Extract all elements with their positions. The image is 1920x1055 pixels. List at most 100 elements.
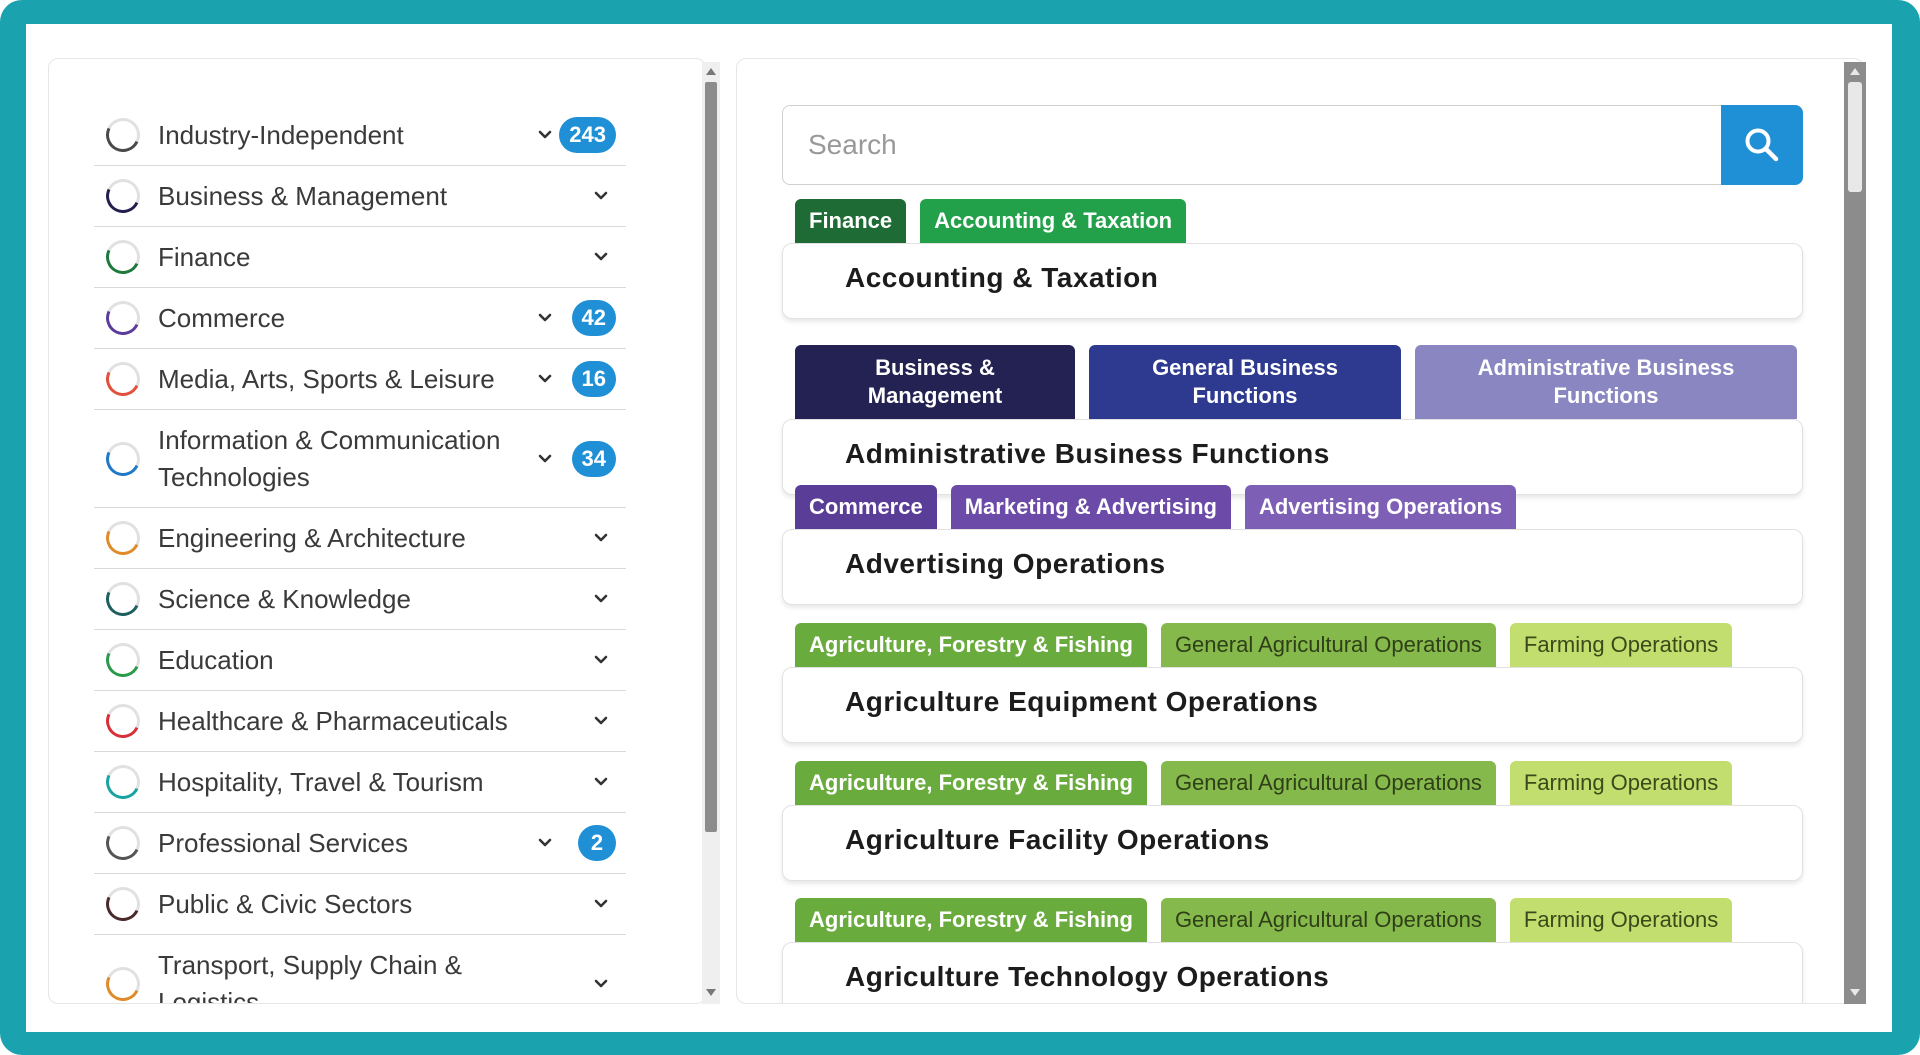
result-card[interactable]: Advertising Operations (782, 529, 1803, 605)
tag-row: Agriculture, Forestry & Fishing General A… (795, 623, 1733, 667)
category-item[interactable]: Transport, Supply Chain & Logistics (94, 935, 626, 1004)
chevron-down-icon[interactable] (592, 975, 610, 993)
result-title: Agriculture Facility Operations (845, 824, 1270, 855)
category-label: Industry-Independent (158, 119, 404, 150)
chevron-down-icon[interactable] (592, 187, 610, 205)
chevron-down-icon[interactable] (536, 450, 554, 468)
search-button[interactable] (1721, 105, 1803, 185)
category-tag[interactable]: General Agricultural Operations (1160, 898, 1496, 942)
category-label: Science & Knowledge (158, 583, 411, 614)
tag-row: Business & Management General Business Fu… (795, 345, 1797, 419)
category-label: Commerce (158, 302, 286, 333)
category-tag[interactable]: Farming Operations (1509, 623, 1733, 667)
category-tag[interactable]: Accounting & Taxation (920, 199, 1187, 243)
category-item[interactable]: Public & Civic Sectors (94, 874, 626, 935)
category-item[interactable]: Media, Arts, Sports & Leisure 16 (94, 349, 626, 410)
chevron-down-icon[interactable] (592, 590, 610, 608)
chevron-down-icon[interactable] (592, 773, 610, 791)
category-label: Education (158, 644, 274, 675)
result-card[interactable]: Agriculture Facility Operations (782, 805, 1803, 881)
results-scrollbar-down-arrow[interactable] (1850, 989, 1860, 996)
chevron-down-icon[interactable] (536, 834, 554, 852)
category-label: Hospitality, Travel & Tourism (158, 766, 484, 797)
chevron-down-icon[interactable] (592, 895, 610, 913)
category-tag[interactable]: Farming Operations (1509, 761, 1733, 805)
category-item[interactable]: Healthcare & Pharmaceuticals (94, 691, 626, 752)
category-label: Professional Services (158, 827, 408, 858)
progress-ring-icon (101, 638, 145, 682)
result-title: Agriculture Equipment Operations (845, 686, 1319, 717)
category-tag[interactable]: Business & Management (795, 345, 1075, 419)
chevron-down-icon[interactable] (536, 309, 554, 327)
chevron-down-icon[interactable] (536, 370, 554, 388)
category-tag[interactable]: Agriculture, Forestry & Fishing (795, 623, 1147, 667)
category-label: Public & Civic Sectors (158, 888, 413, 919)
category-item[interactable]: Industry-Independent 243 (94, 105, 626, 166)
category-item[interactable]: Finance (94, 227, 626, 288)
category-item[interactable]: Engineering & Architecture (94, 508, 626, 569)
category-scrollbar-up-arrow[interactable] (706, 68, 716, 75)
progress-ring-icon (101, 436, 145, 481)
category-tag[interactable]: Advertising Operations (1244, 485, 1517, 529)
category-scrollbar-track[interactable] (702, 62, 720, 1004)
progress-ring-icon (101, 760, 145, 804)
search-input[interactable] (783, 106, 1717, 184)
category-item[interactable]: Professional Services 2 (94, 813, 626, 874)
result-card[interactable]: Agriculture Technology Operations (782, 942, 1803, 1003)
results-panel: Finance Accounting & Taxation Accounting &… (736, 58, 1864, 1004)
category-tag[interactable]: Finance (795, 199, 907, 243)
category-label: Finance (158, 241, 251, 272)
tag-row: Commerce Marketing & Advertising Advertisi… (795, 485, 1517, 529)
category-item[interactable]: Commerce 42 (94, 288, 626, 349)
result-card[interactable]: Administrative Business Functions (782, 419, 1803, 495)
category-label: Information & Communication Technologies (158, 424, 501, 492)
category-label: Media, Arts, Sports & Leisure (158, 363, 495, 394)
chevron-down-icon[interactable] (592, 712, 610, 730)
result-card[interactable]: Accounting & Taxation (782, 243, 1803, 319)
result-title: Agriculture Technology Operations (845, 961, 1330, 992)
progress-ring-icon (101, 235, 145, 279)
result-title: Accounting & Taxation (845, 262, 1159, 293)
category-item[interactable]: Education (94, 630, 626, 691)
category-tag[interactable]: General Agricultural Operations (1160, 623, 1496, 667)
progress-ring-icon (101, 699, 145, 743)
tag-row: Finance Accounting & Taxation (795, 199, 1187, 243)
chevron-down-icon[interactable] (592, 651, 610, 669)
search-icon (1745, 128, 1779, 162)
tag-row: Agriculture, Forestry & Fishing General A… (795, 761, 1733, 805)
category-tag[interactable]: Agriculture, Forestry & Fishing (795, 898, 1147, 942)
progress-ring-icon (101, 113, 145, 157)
category-item[interactable]: Hospitality, Travel & Tourism (94, 752, 626, 813)
count-badge: 243 (559, 117, 616, 153)
results-scrollbar-track[interactable] (1844, 62, 1866, 1004)
category-scrollbar-down-arrow[interactable] (706, 989, 716, 996)
result-card[interactable]: Agriculture Equipment Operations (782, 667, 1803, 743)
category-item[interactable]: Business & Management (94, 166, 626, 227)
category-tag[interactable]: Marketing & Advertising (950, 485, 1231, 529)
category-list: Industry-Independent 243 Business & Manage… (94, 105, 626, 1004)
category-label: Engineering & Architecture (158, 522, 466, 553)
progress-ring-icon (101, 296, 145, 340)
category-label: Business & Management (158, 180, 448, 211)
category-tag[interactable]: General Agricultural Operations (1160, 761, 1496, 805)
category-label: Transport, Supply Chain & Logistics (158, 949, 462, 1004)
chevron-down-icon[interactable] (592, 248, 610, 266)
results-scrollbar-up-arrow[interactable] (1850, 68, 1860, 75)
progress-ring-icon (101, 174, 145, 218)
category-tag[interactable]: Farming Operations (1509, 898, 1733, 942)
category-tag[interactable]: General Business Functions (1089, 345, 1401, 419)
category-item[interactable]: Science & Knowledge (94, 569, 626, 630)
count-badge: 2 (578, 825, 616, 861)
chevron-down-icon[interactable] (592, 529, 610, 547)
progress-ring-icon (101, 961, 145, 1003)
chevron-down-icon[interactable] (536, 126, 554, 144)
category-tag[interactable]: Agriculture, Forestry & Fishing (795, 761, 1147, 805)
category-tag[interactable]: Commerce (795, 485, 937, 529)
results-scrollbar-thumb[interactable] (1848, 82, 1862, 192)
category-item[interactable]: Information & Communication Technologies… (94, 410, 626, 508)
search-bar (782, 105, 1803, 185)
progress-ring-icon (101, 577, 145, 621)
category-tag[interactable]: Administrative Business Functions (1415, 345, 1797, 419)
category-scrollbar-thumb[interactable] (705, 82, 717, 832)
progress-ring-icon (101, 357, 145, 401)
